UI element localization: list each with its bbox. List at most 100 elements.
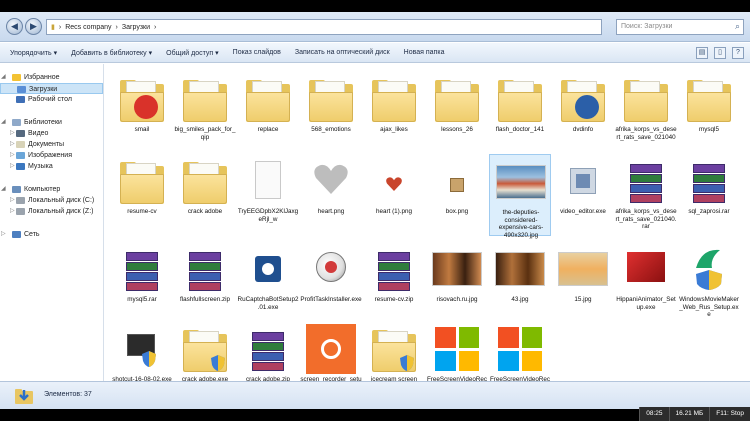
file-item[interactable]: smail: [111, 72, 173, 154]
collapse-arrow-icon[interactable]: ▷: [10, 206, 15, 217]
view-options-icon[interactable]: ▤: [696, 47, 708, 59]
file-item[interactable]: afrika_korps_vs_desert_rats_save_021040: [615, 72, 677, 154]
item-count: Элементов: 37: [44, 391, 92, 398]
file-item[interactable]: 15.jpg: [552, 242, 614, 324]
search-input[interactable]: Поиск: Загрузки ⌕: [616, 19, 744, 35]
nav-network[interactable]: ▷ Сеть: [0, 229, 103, 240]
nav-disk-z[interactable]: ▷ Локальный диск (Z:): [0, 206, 103, 217]
file-name: dvdinfo: [572, 126, 594, 133]
nav-images[interactable]: ▷ Изображения: [0, 150, 103, 161]
recorder-time: 08:25: [639, 407, 668, 421]
file-item[interactable]: HippaniAnimator_Setup.exe: [615, 242, 677, 324]
share-label: Общий доступ: [166, 49, 214, 57]
file-item[interactable]: afrika_korps_vs_desert_rats_save_021040.…: [615, 154, 677, 236]
file-item[interactable]: WindowsMovieMaker_Web_Rus_Setup.exe: [678, 242, 740, 324]
nav-favorites[interactable]: ◢ Избранное: [0, 72, 103, 83]
file-item[interactable]: dvdinfo: [552, 72, 614, 154]
address-bar: ◀ ▶ ▮ › Recs company › Загрузки › Поиск:…: [0, 12, 750, 42]
network-icon: [12, 230, 21, 238]
new-folder-button[interactable]: Новая папка: [404, 49, 445, 56]
nav-desktop-label: Рабочий стол: [28, 96, 72, 103]
library-icon: [12, 118, 21, 126]
file-name: 43.jpg: [511, 296, 529, 303]
file-item[interactable]: the-deputies-considered-expensive-cars-4…: [489, 154, 551, 239]
collapse-arrow-icon[interactable]: ▷: [10, 128, 15, 139]
expand-arrow-icon[interactable]: ◢: [1, 72, 6, 83]
file-item[interactable]: resume-cv.zip: [363, 242, 425, 324]
help-icon[interactable]: ?: [732, 47, 744, 59]
expand-arrow-icon[interactable]: ◢: [1, 184, 6, 195]
file-item[interactable]: heart (1).png: [363, 154, 425, 236]
file-item[interactable]: 43.jpg: [489, 242, 551, 324]
add-to-library-button[interactable]: Добавить в библиотеку ▾: [71, 49, 152, 57]
file-thumbnail: [117, 156, 167, 206]
archive-icon: [126, 252, 158, 291]
breadcrumb[interactable]: ▮ › Recs company › Загрузки ›: [46, 19, 602, 35]
file-thumbnail: [306, 74, 356, 124]
file-item[interactable]: 568_emotions: [300, 72, 362, 154]
file-thumbnail: [558, 156, 608, 206]
navigation-pane: ◢ Избранное Загрузки Рабочий стол ◢ Библ…: [0, 64, 104, 381]
nav-computer[interactable]: ◢ Компьютер: [0, 184, 103, 195]
folder-icon: [498, 80, 542, 122]
file-item[interactable]: ajax_likes: [363, 72, 425, 154]
file-item[interactable]: box.png: [426, 154, 488, 236]
nav-desktop[interactable]: Рабочий стол: [0, 94, 103, 105]
archive-icon: [693, 164, 725, 203]
collapse-arrow-icon[interactable]: ▷: [1, 229, 6, 240]
file-item[interactable]: RuCaptchaBotSetup2.01.exe: [237, 242, 299, 324]
breadcrumb-chevron-icon: ›: [115, 23, 118, 31]
nav-disk-c[interactable]: ▷ Локальный диск (C:): [0, 195, 103, 206]
organize-button[interactable]: Упорядочить ▾: [10, 49, 57, 57]
file-item[interactable]: mysql5.rar: [111, 242, 173, 324]
file-item[interactable]: sql_zaprosi.rar: [678, 154, 740, 236]
expand-arrow-icon[interactable]: ◢: [1, 117, 6, 128]
file-thumbnail: [621, 74, 671, 124]
file-item[interactable]: ProfitTaskInstaller.exe: [300, 242, 362, 324]
nav-disk-c-label: Локальный диск (C:): [28, 197, 95, 204]
collapse-arrow-icon[interactable]: ▷: [10, 161, 15, 172]
file-thumbnail: [432, 244, 482, 294]
back-button[interactable]: ◀: [6, 18, 23, 35]
images-icon: [16, 151, 25, 159]
file-item[interactable]: lessons_26: [426, 72, 488, 154]
forward-button[interactable]: ▶: [25, 18, 42, 35]
file-item[interactable]: heart.png: [300, 154, 362, 236]
file-item[interactable]: replace: [237, 72, 299, 154]
nav-favorites-label: Избранное: [24, 74, 60, 81]
file-item[interactable]: risovach.ru.jpg: [426, 242, 488, 324]
burn-button[interactable]: Записать на оптический диск: [295, 49, 390, 56]
preview-pane-icon[interactable]: ▯: [714, 47, 726, 59]
file-thumbnail: [496, 157, 546, 207]
nav-libraries[interactable]: ◢ Библиотеки: [0, 117, 103, 128]
file-item[interactable]: big_smiles_pack_for_qip: [174, 72, 236, 154]
collapse-arrow-icon[interactable]: ▷: [10, 139, 15, 150]
nav-music[interactable]: ▷ Музыка: [0, 161, 103, 172]
nav-images-label: Изображения: [28, 152, 72, 159]
heart-icon: [314, 164, 348, 194]
recorder-stop-hotkey[interactable]: F11: Stop: [709, 407, 750, 421]
file-name: flash_doctor_141: [495, 126, 545, 133]
image-thumbnail: [496, 165, 546, 199]
breadcrumb-chevron-icon: ›: [154, 23, 157, 31]
collapse-arrow-icon[interactable]: ▷: [10, 195, 15, 206]
breadcrumb-item[interactable]: Загрузки: [122, 24, 150, 31]
slideshow-button[interactable]: Показ слайдов: [233, 49, 281, 56]
nav-downloads[interactable]: Загрузки: [0, 83, 103, 94]
nav-video[interactable]: ▷ Видео: [0, 128, 103, 139]
collapse-arrow-icon[interactable]: ▷: [10, 150, 15, 161]
movie-maker-icon: [696, 249, 722, 290]
file-item[interactable]: resume-cv: [111, 154, 173, 236]
nav-documents[interactable]: ▷ Документы: [0, 139, 103, 150]
file-item[interactable]: video_editor.exe: [552, 154, 614, 236]
breadcrumb-item[interactable]: Recs company: [65, 24, 111, 31]
share-button[interactable]: Общий доступ ▾: [166, 49, 219, 57]
file-item[interactable]: flash_doctor_141: [489, 72, 551, 154]
file-item[interactable]: TryEEGDpbX2KlJaxgeRjl_w: [237, 154, 299, 236]
desktop-icon: [16, 95, 25, 103]
file-item[interactable]: mysql5: [678, 72, 740, 154]
archive-icon: [189, 252, 221, 291]
file-item[interactable]: flashfullscreen.zip: [174, 242, 236, 324]
file-item[interactable]: crack adobe: [174, 154, 236, 236]
